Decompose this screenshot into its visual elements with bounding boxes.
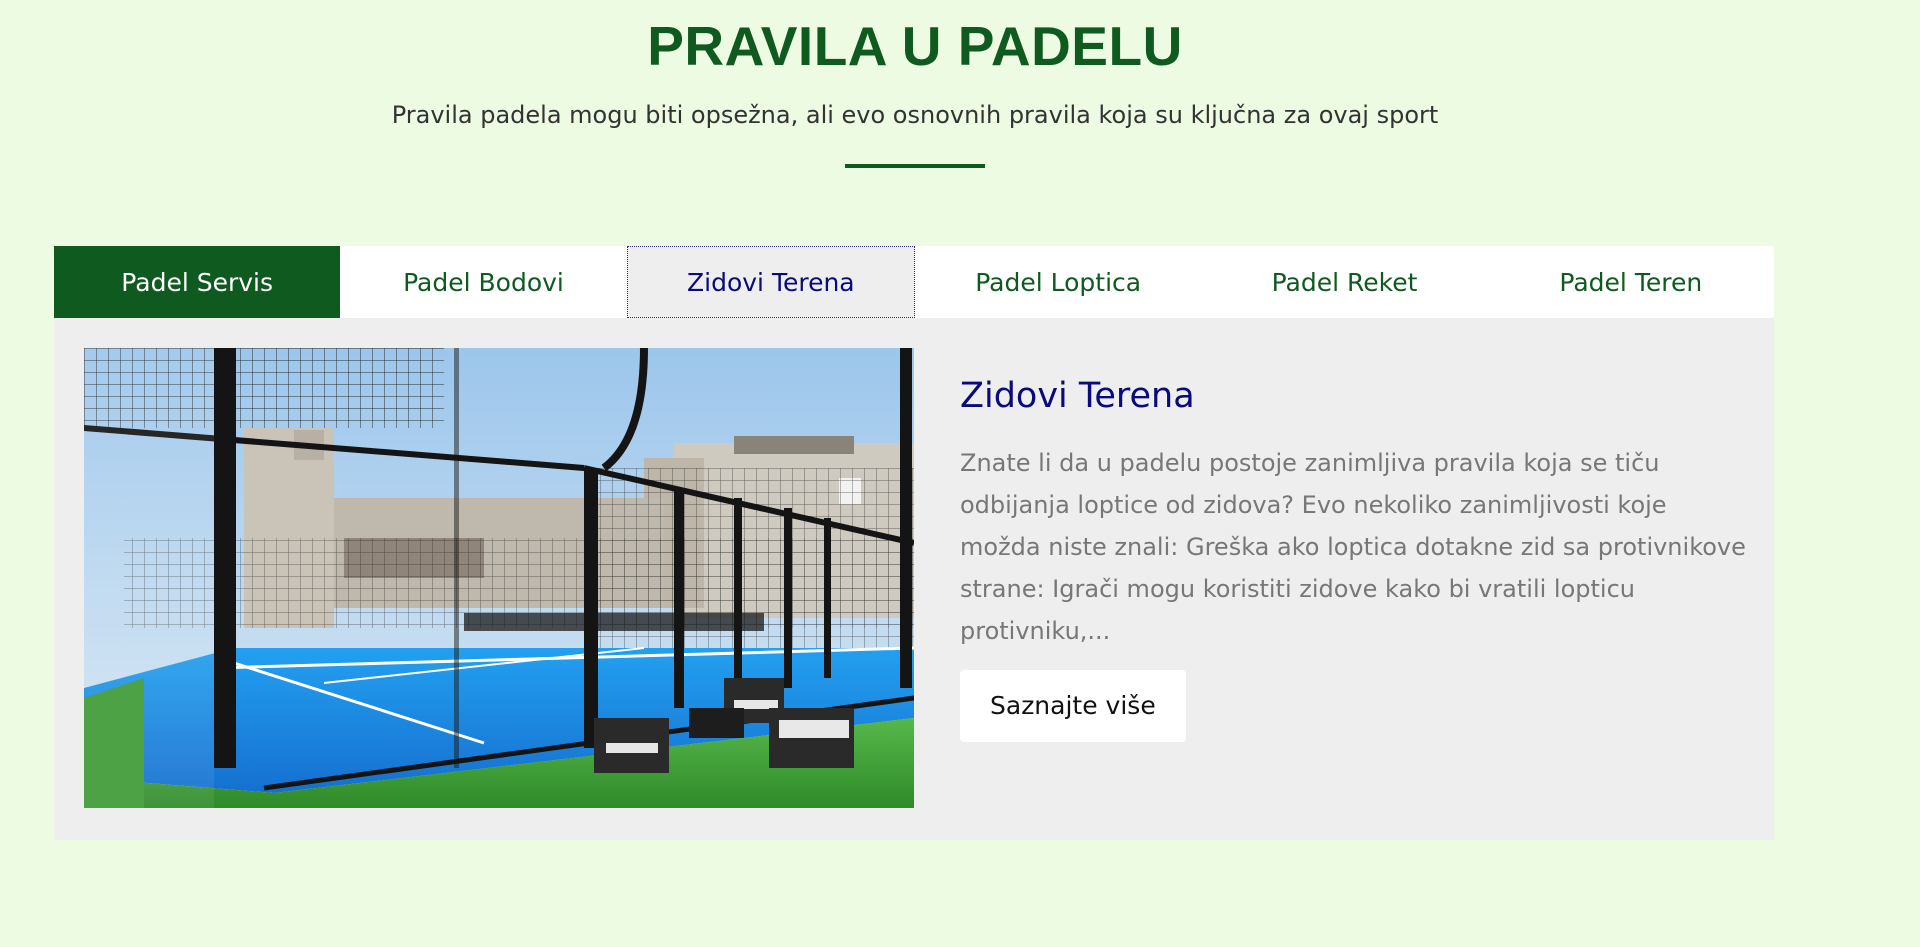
page-subtitle: Pravila padela mogu biti opsežna, ali ev… <box>391 101 1439 129</box>
learn-more-button[interactable]: Saznajte više <box>960 670 1186 742</box>
tab-padel-reket[interactable]: Padel Reket <box>1201 246 1487 318</box>
section-header: PRAVILA U PADELU Pravila padela mogu bit… <box>0 0 1830 168</box>
tab-padel-servis[interactable]: Padel Servis <box>54 246 341 318</box>
page-title: PRAVILA U PADELU <box>647 15 1183 77</box>
tab-zidovi-terena[interactable]: Zidovi Terena <box>626 246 915 318</box>
tab-bar: Padel Servis Padel Bodovi Zidovi Terena … <box>54 246 1774 318</box>
tab-padel-teren[interactable]: Padel Teren <box>1488 246 1774 318</box>
rules-tabs-panel: Padel Servis Padel Bodovi Zidovi Terena … <box>54 246 1774 840</box>
padel-court-image <box>84 348 914 808</box>
tab-content: Zidovi Terena Znate li da u padelu posto… <box>54 318 1774 840</box>
content-heading: Zidovi Terena <box>960 376 1195 416</box>
tab-padel-loptica[interactable]: Padel Loptica <box>915 246 1201 318</box>
content-text: Zidovi Terena Znate li da u padelu posto… <box>960 374 1750 742</box>
tab-padel-bodovi[interactable]: Padel Bodovi <box>340 246 626 318</box>
content-body: Znate li da u padelu postoje zanimljiva … <box>960 449 1746 645</box>
title-divider <box>845 164 985 168</box>
